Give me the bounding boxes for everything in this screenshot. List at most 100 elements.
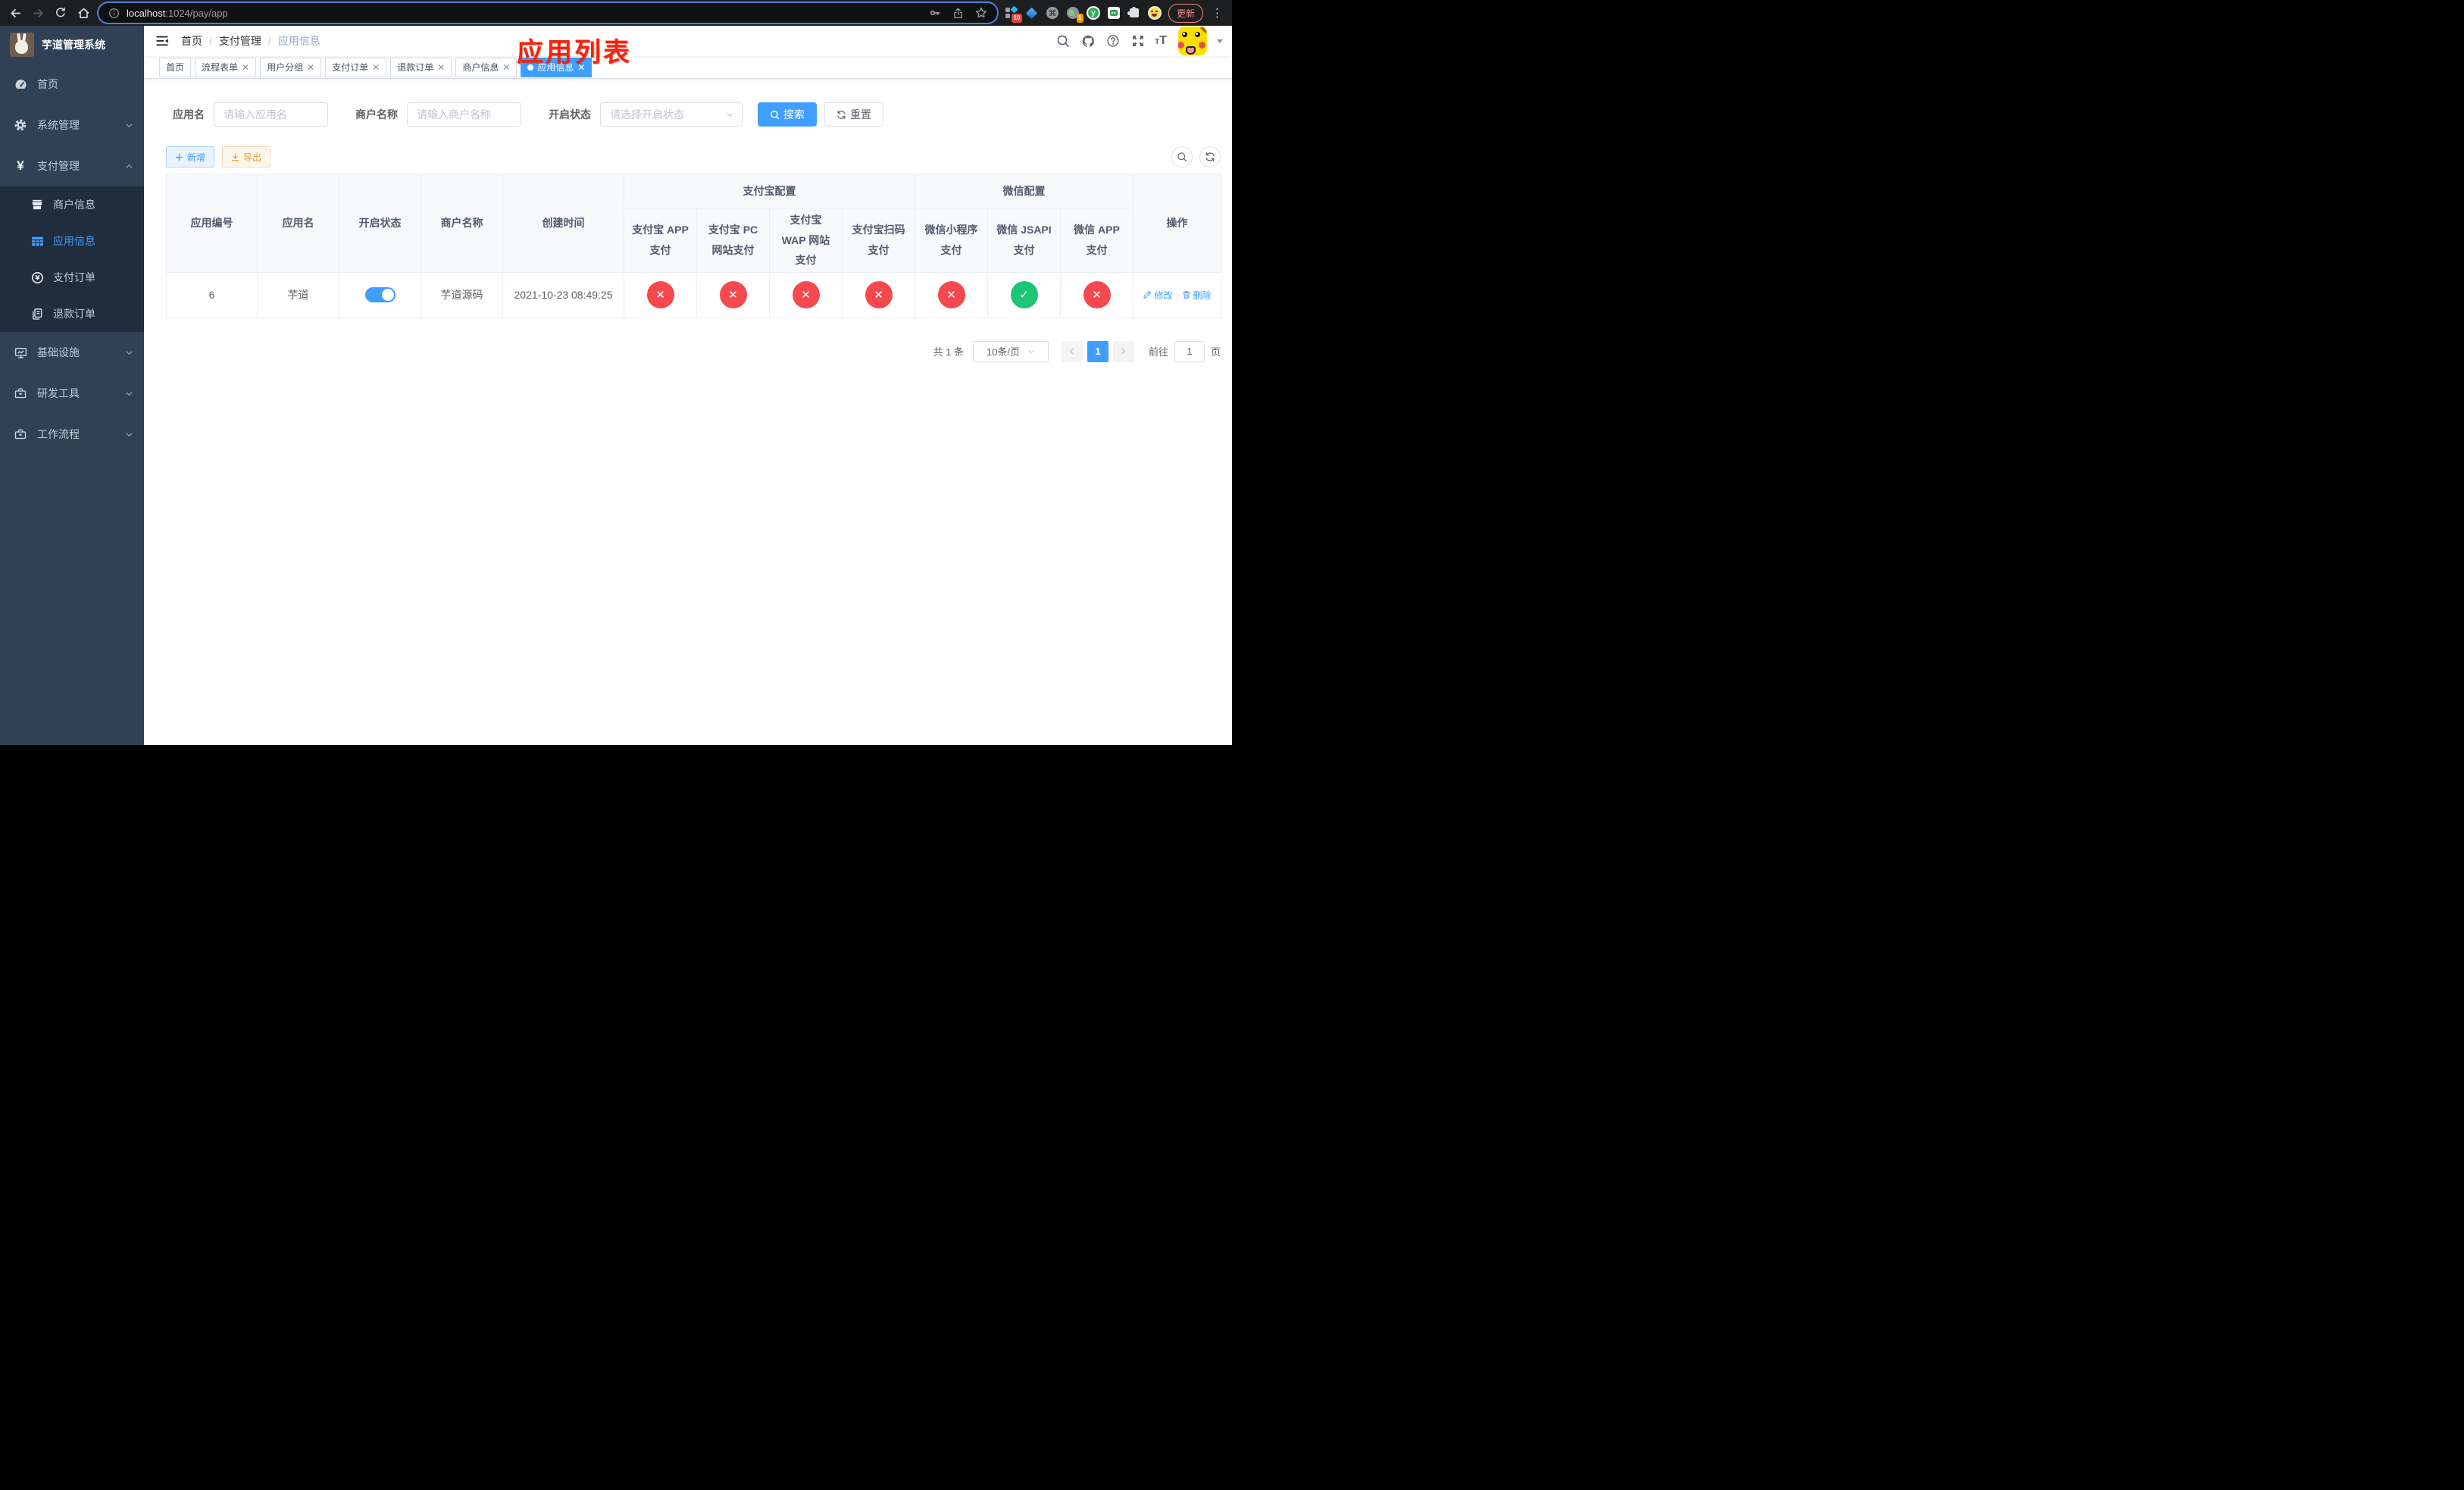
col-header-merchant: 商户名称: [421, 174, 503, 273]
delete-button[interactable]: 删除: [1182, 289, 1212, 302]
wx-mini-status-icon: ✕: [937, 281, 965, 309]
sidebar-item-devtools[interactable]: 研发工具: [0, 373, 144, 414]
export-button[interactable]: 导出: [222, 146, 271, 167]
page-number-1[interactable]: 1: [1087, 340, 1108, 362]
toolbox-icon: [14, 387, 27, 399]
sidebar-logo-row[interactable]: 芋道管理系统: [0, 26, 144, 64]
close-icon[interactable]: ✕: [372, 63, 380, 72]
plus-icon: [175, 153, 183, 161]
extension-badge: 1: [1076, 14, 1083, 23]
edit-button[interactable]: 修改: [1143, 289, 1173, 302]
sidebar-item-app-info[interactable]: 应用信息: [0, 223, 144, 259]
sidebar-item-refund-order[interactable]: 退款订单: [0, 296, 144, 332]
status-select[interactable]: 请选择开启状态: [600, 102, 743, 127]
extension-command-icon[interactable]: ⌘: [1046, 6, 1059, 20]
fullscreen-icon[interactable]: [1130, 33, 1146, 49]
breadcrumb-home[interactable]: 首页: [181, 33, 202, 49]
profile-avatar-icon[interactable]: [1147, 6, 1162, 20]
site-info-icon[interactable]: [108, 8, 120, 19]
tab-merchant-info[interactable]: 商户信息 ✕: [455, 57, 518, 77]
sidebar-item-infra[interactable]: 基础设施: [0, 332, 144, 373]
tab-refund-order[interactable]: 退款订单 ✕: [390, 57, 452, 77]
bookmark-star-icon[interactable]: [975, 7, 987, 19]
search-button[interactable]: 搜索: [758, 102, 817, 127]
search-icon[interactable]: [1055, 33, 1071, 49]
sidebar-item-payment[interactable]: ¥ 支付管理: [0, 146, 144, 186]
sidebar-item-pay-order[interactable]: ¥ 支付订单: [0, 259, 144, 296]
app-table: 应用编号 应用名 开启状态 商户名称 创建时间 支付宝配置 微信配置 操作 支付…: [166, 174, 1221, 318]
alipay-pc-status-icon: ✕: [719, 281, 747, 309]
close-icon[interactable]: ✕: [242, 63, 249, 72]
close-icon[interactable]: ✕: [307, 63, 314, 72]
dashboard-icon: [14, 78, 27, 91]
table-grid-icon: [30, 235, 44, 248]
browser-menu-icon[interactable]: ⋮: [1210, 6, 1224, 20]
col-group-alipay: 支付宝配置: [624, 174, 915, 208]
app-name-input[interactable]: [214, 102, 328, 127]
tab-app-info[interactable]: 应用信息 ✕: [521, 57, 593, 77]
close-icon[interactable]: ✕: [502, 63, 510, 72]
filter-bar: 应用名 商户名称 开启状态 请选择开启状态 搜索 重置: [173, 102, 1221, 127]
extension-y-icon[interactable]: y: [1086, 6, 1100, 20]
table-row: 6 芋道 芋道源码 2021-10-23 08:49:25 ✕ ✕ ✕ ✕ ✕ …: [166, 271, 1221, 318]
col-header-app-id: 应用编号: [166, 174, 258, 273]
extension-chat-icon[interactable]: [1107, 6, 1121, 20]
extension-grid-icon[interactable]: 10: [1005, 5, 1022, 23]
chevron-down-icon: [1028, 349, 1034, 353]
cell-alipay-pc: ✕: [696, 271, 770, 318]
goto-page-input[interactable]: [1174, 340, 1205, 362]
breadcrumb-payment[interactable]: 支付管理: [219, 33, 261, 49]
merchant-name-input[interactable]: [407, 102, 521, 127]
sidebar-collapse-icon[interactable]: [155, 34, 169, 48]
close-icon[interactable]: ✕: [577, 63, 585, 72]
next-page-button[interactable]: [1112, 340, 1134, 362]
toggle-search-button[interactable]: [1171, 146, 1193, 167]
user-menu-caret-icon[interactable]: [1217, 39, 1223, 43]
extension-kite-icon[interactable]: [1025, 6, 1039, 20]
sidebar-item-home[interactable]: 首页: [0, 64, 144, 105]
tags-view: 首页 流程表单 ✕ 用户分组 ✕ 支付订单 ✕ 退款订单 ✕ 商户信息 ✕ 应用信息 ✕: [144, 56, 1232, 79]
user-avatar[interactable]: [1178, 27, 1207, 55]
browser-reload-button[interactable]: [52, 4, 70, 22]
extensions-puzzle-icon[interactable]: [1127, 6, 1141, 20]
sidebar-item-workflow[interactable]: 工作流程: [0, 414, 144, 455]
page-size-select[interactable]: 10条/页: [972, 340, 1049, 362]
download-icon: [232, 153, 239, 161]
tab-process-form[interactable]: 流程表单 ✕: [195, 57, 257, 77]
sidebar-item-system[interactable]: 系统管理: [0, 105, 144, 146]
font-size-icon[interactable]: TT: [1155, 34, 1167, 48]
cell-app-id: 6: [166, 271, 258, 318]
pagination: 共 1 条 10条/页 1 前往 页: [166, 340, 1221, 362]
col-header-alipay-qr: 支付宝扫码支付: [842, 208, 915, 273]
status-toggle[interactable]: [364, 287, 396, 303]
tab-user-group[interactable]: 用户分组 ✕: [260, 57, 322, 77]
password-key-icon[interactable]: [929, 7, 941, 19]
sidebar-item-merchant-info[interactable]: 商户信息: [0, 186, 144, 223]
navbar-right: TT: [1055, 27, 1223, 55]
browser-update-button[interactable]: 更新: [1168, 3, 1203, 23]
browser-address-bar[interactable]: localhost:1024/pay/app: [98, 3, 997, 23]
browser-back-button[interactable]: [6, 4, 24, 22]
cell-alipay-wap: ✕: [769, 271, 843, 318]
share-icon[interactable]: [952, 8, 964, 19]
yen-icon: ¥: [17, 158, 24, 173]
github-icon[interactable]: [1080, 33, 1096, 49]
refresh-icon: [1205, 152, 1215, 161]
add-button[interactable]: 新增: [166, 146, 215, 167]
tab-pay-order[interactable]: 支付订单 ✕: [325, 57, 387, 77]
extension-recorder-icon[interactable]: 1: [1066, 6, 1083, 23]
wx-jsapi-status-icon: ✓: [1010, 281, 1038, 309]
refresh-table-button[interactable]: [1199, 146, 1221, 167]
close-icon[interactable]: ✕: [437, 63, 445, 72]
cell-app-name: 芋道: [257, 271, 339, 318]
prev-page-button[interactable]: [1061, 340, 1083, 362]
breadcrumb: 首页 / 支付管理 / 应用信息: [181, 33, 321, 49]
col-header-alipay-wap: 支付宝 WAP 网站支付: [769, 208, 843, 273]
help-icon[interactable]: [1105, 33, 1121, 49]
browser-forward-button[interactable]: [29, 4, 47, 22]
reset-button[interactable]: 重置: [824, 102, 883, 127]
active-dot: [527, 64, 534, 70]
tab-home[interactable]: 首页: [159, 57, 192, 77]
browser-home-button[interactable]: [74, 4, 92, 22]
svg-text:¥: ¥: [35, 274, 40, 282]
